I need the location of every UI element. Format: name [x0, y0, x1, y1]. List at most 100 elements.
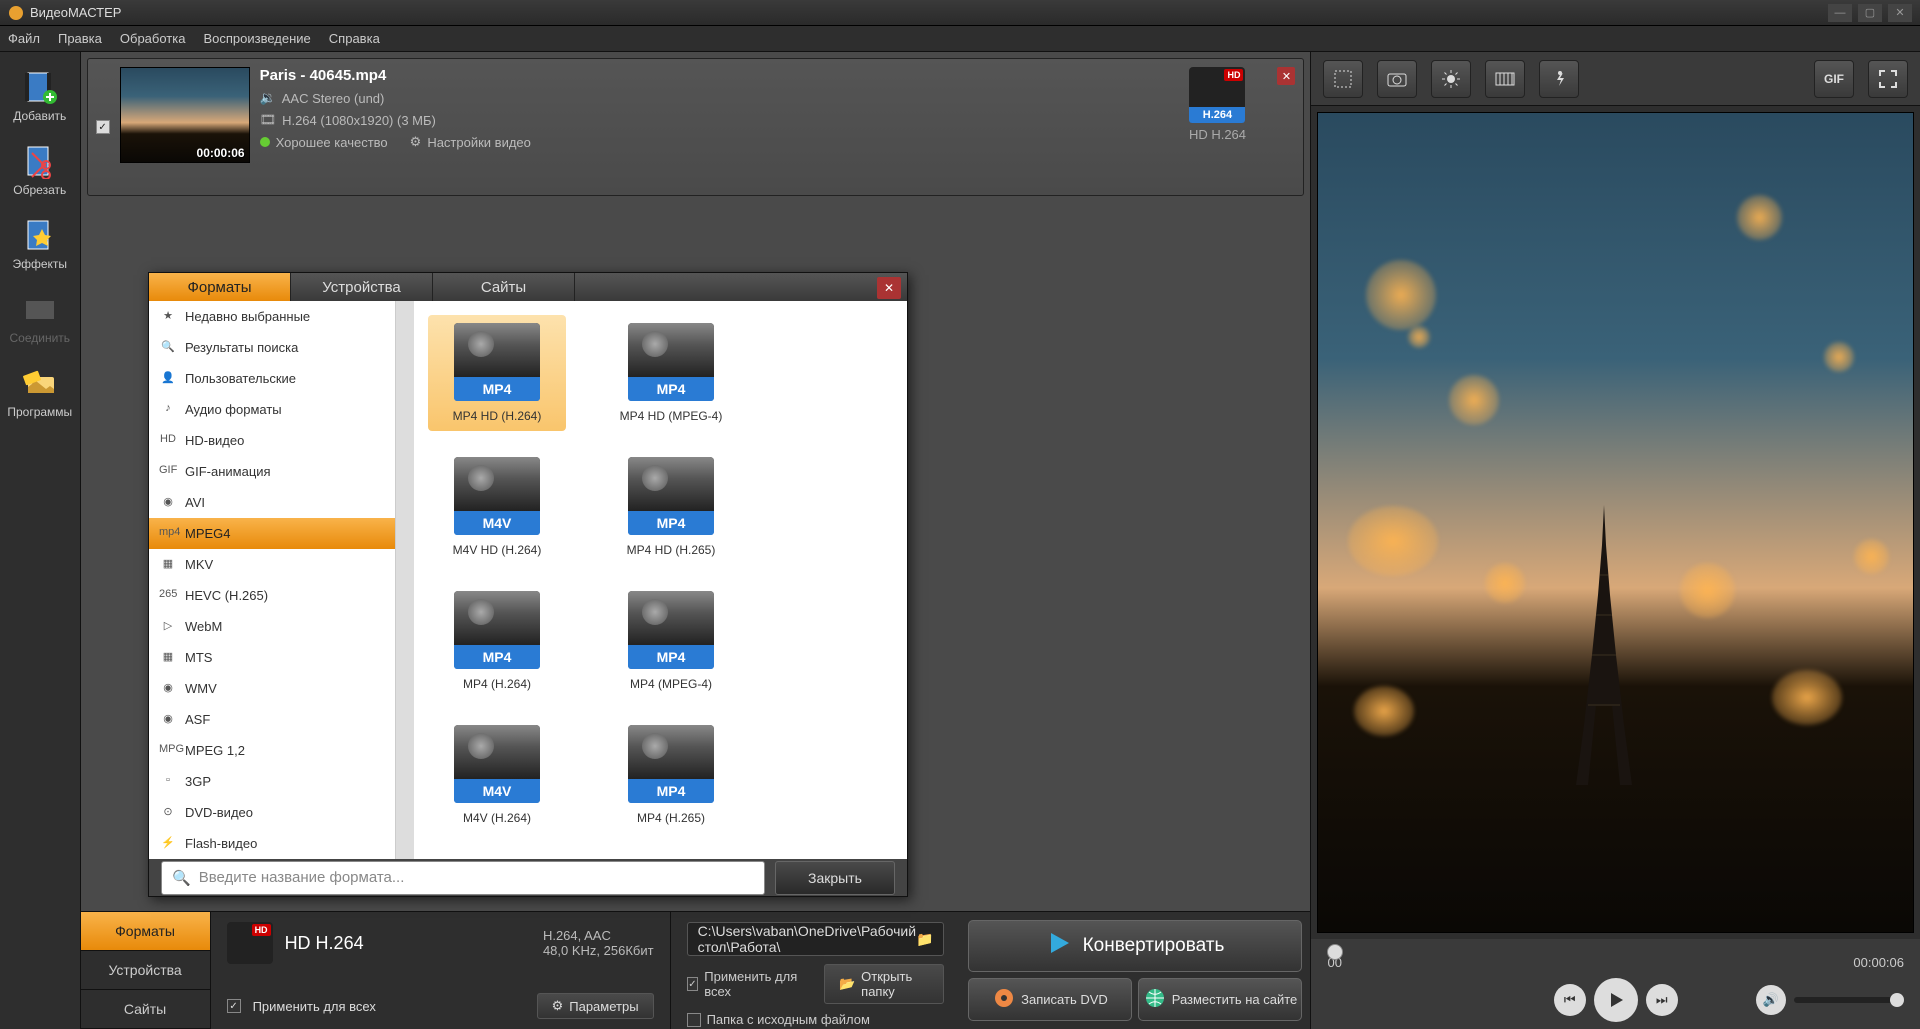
category-item[interactable]: ▷WebM: [149, 611, 395, 642]
publish-button[interactable]: Разместить на сайте: [1138, 978, 1302, 1021]
dialog-close-x[interactable]: ✕: [877, 277, 901, 299]
file-checkbox[interactable]: ✓: [96, 120, 110, 134]
action-buttons: Конвертировать Записать DVD Разместить н…: [960, 912, 1310, 1029]
file-format[interactable]: HD H.264 HD H.264: [1167, 67, 1267, 187]
video-preview[interactable]: [1317, 112, 1914, 933]
fullscreen-button[interactable]: [1868, 60, 1908, 98]
motion-button[interactable]: [1539, 60, 1579, 98]
category-item[interactable]: ♪Аудио форматы: [149, 394, 395, 425]
menu-edit[interactable]: Правка: [58, 31, 102, 46]
category-item[interactable]: ◉WMV: [149, 673, 395, 704]
file-info: Paris - 40645.mp4 🔉AAC Stereo (und) 🎞H.2…: [260, 67, 1158, 187]
dialog-tab-formats[interactable]: Форматы: [149, 273, 291, 301]
brightness-button[interactable]: [1431, 60, 1471, 98]
crop-tool-button[interactable]: [1323, 60, 1363, 98]
category-item[interactable]: GIFGIF-анимация: [149, 456, 395, 487]
volume-button[interactable]: 🔊: [1756, 985, 1786, 1015]
category-item[interactable]: MPGMPEG 1,2: [149, 735, 395, 766]
format-item[interactable]: MP4MP4 (H.264): [428, 583, 566, 699]
sidebar-crop[interactable]: Обрезать: [4, 134, 76, 206]
category-item[interactable]: ★Недавно выбранные: [149, 301, 395, 332]
minimize-button[interactable]: —: [1828, 4, 1852, 22]
category-item[interactable]: ▫3GP: [149, 766, 395, 797]
apply-all-checkbox-2[interactable]: ✓: [687, 977, 699, 991]
programs-icon: [22, 365, 58, 401]
category-item[interactable]: mp4MPEG4: [149, 518, 395, 549]
format-item[interactable]: HDMP4MP4 HD (H.265): [602, 449, 740, 565]
file-duration: 00:00:06: [197, 146, 245, 160]
bottom-tab-formats[interactable]: Форматы: [81, 912, 211, 951]
gear-icon: ⚙: [552, 998, 564, 1014]
category-item[interactable]: 👤Пользовательские: [149, 363, 395, 394]
bottom-tab-devices[interactable]: Устройства: [81, 951, 211, 990]
menu-file[interactable]: Файл: [8, 31, 40, 46]
dialog-close-button[interactable]: Закрыть: [775, 861, 895, 895]
prev-button[interactable]: ⏮: [1554, 984, 1586, 1016]
snapshot-button[interactable]: [1377, 60, 1417, 98]
play-convert-icon: [1047, 930, 1073, 962]
category-scrollbar[interactable]: [396, 301, 414, 859]
format-item[interactable]: M4VM4V (H.264): [428, 717, 566, 833]
category-icon: ▦: [159, 650, 177, 666]
category-item[interactable]: ▦MKV: [149, 549, 395, 580]
apply-all-checkbox-1[interactable]: ✓: [227, 999, 241, 1013]
format-icon: HDM4V: [454, 457, 540, 535]
gif-button[interactable]: GIF: [1814, 60, 1854, 98]
maximize-button[interactable]: ▢: [1858, 4, 1882, 22]
remove-file-button[interactable]: ✕: [1277, 67, 1295, 85]
format-item[interactable]: HDMP4MP4 HD (MPEG-4): [602, 315, 740, 431]
play-button[interactable]: [1594, 978, 1638, 1022]
category-item[interactable]: 🔍Результаты поиска: [149, 332, 395, 363]
close-button[interactable]: ✕: [1888, 4, 1912, 22]
preview-panel: GIF 00 00:00:06 ⏮ ⏭ 🔊: [1310, 52, 1920, 1029]
category-item[interactable]: ⚡Flash-видео: [149, 828, 395, 859]
format-item[interactable]: HDM4VM4V HD (H.264): [428, 449, 566, 565]
file-thumbnail[interactable]: 00:00:06: [120, 67, 250, 163]
category-icon: ★: [159, 309, 177, 325]
dialog-tab-sites[interactable]: Сайты: [433, 273, 575, 301]
sidebar: Добавить Обрезать Эффекты Соединить Прог…: [0, 52, 81, 1029]
category-item[interactable]: HDHD-видео: [149, 425, 395, 456]
menu-process[interactable]: Обработка: [120, 31, 186, 46]
category-item[interactable]: ⊙DVD-видео: [149, 797, 395, 828]
open-folder-button[interactable]: 📂Открыть папку: [824, 964, 945, 1004]
category-item[interactable]: ◉AVI: [149, 487, 395, 518]
file-name: Paris - 40645.mp4: [260, 67, 1158, 84]
volume-slider[interactable]: [1794, 997, 1904, 1003]
category-icon: mp4: [159, 526, 177, 542]
dialog-footer: 🔍 Введите название формата... Закрыть: [149, 859, 907, 896]
category-icon: 265: [159, 588, 177, 604]
category-icon: GIF: [159, 464, 177, 480]
sidebar-add[interactable]: Добавить: [4, 60, 76, 132]
dialog-tab-devices[interactable]: Устройства: [291, 273, 433, 301]
bottom-tab-sites[interactable]: Сайты: [81, 990, 211, 1029]
category-icon: MPG: [159, 743, 177, 759]
category-icon: 🔍: [159, 340, 177, 356]
folder-browse-icon[interactable]: 📁: [916, 931, 933, 948]
format-item[interactable]: HDMP4MP4 HD (H.264): [428, 315, 566, 431]
category-icon: ◉: [159, 495, 177, 511]
source-folder-checkbox[interactable]: [687, 1013, 701, 1027]
burn-dvd-button[interactable]: Записать DVD: [968, 978, 1132, 1021]
volume-thumb[interactable]: [1890, 993, 1904, 1007]
category-item[interactable]: ▦MTS: [149, 642, 395, 673]
titlebar: ВидеоМАСТЕР — ▢ ✕: [0, 0, 1920, 26]
file-item[interactable]: ✓ 00:00:06 Paris - 40645.mp4 🔉AAC Stereo…: [87, 58, 1305, 196]
params-button[interactable]: ⚙Параметры: [537, 993, 654, 1019]
category-item[interactable]: ◉ASF: [149, 704, 395, 735]
sidebar-effects[interactable]: Эффекты: [4, 208, 76, 280]
speed-button[interactable]: [1485, 60, 1525, 98]
category-item[interactable]: 265HEVC (H.265): [149, 580, 395, 611]
category-icon: ▦: [159, 557, 177, 573]
output-path[interactable]: C:\Users\vaban\OneDrive\Рабочий стол\Раб…: [687, 922, 945, 956]
format-search[interactable]: 🔍 Введите название формата...: [161, 861, 765, 895]
format-item[interactable]: MP4MP4 (MPEG-4): [602, 583, 740, 699]
video-settings-link[interactable]: ⚙Настройки видео: [410, 134, 531, 150]
format-item[interactable]: MP4MP4 (H.265): [602, 717, 740, 833]
category-list[interactable]: ★Недавно выбранные🔍Результаты поиска👤Пол…: [149, 301, 396, 859]
convert-button[interactable]: Конвертировать: [968, 920, 1302, 972]
menu-help[interactable]: Справка: [329, 31, 380, 46]
sidebar-programs[interactable]: Программы: [4, 356, 76, 428]
menu-playback[interactable]: Воспроизведение: [203, 31, 310, 46]
next-button[interactable]: ⏭: [1646, 984, 1678, 1016]
